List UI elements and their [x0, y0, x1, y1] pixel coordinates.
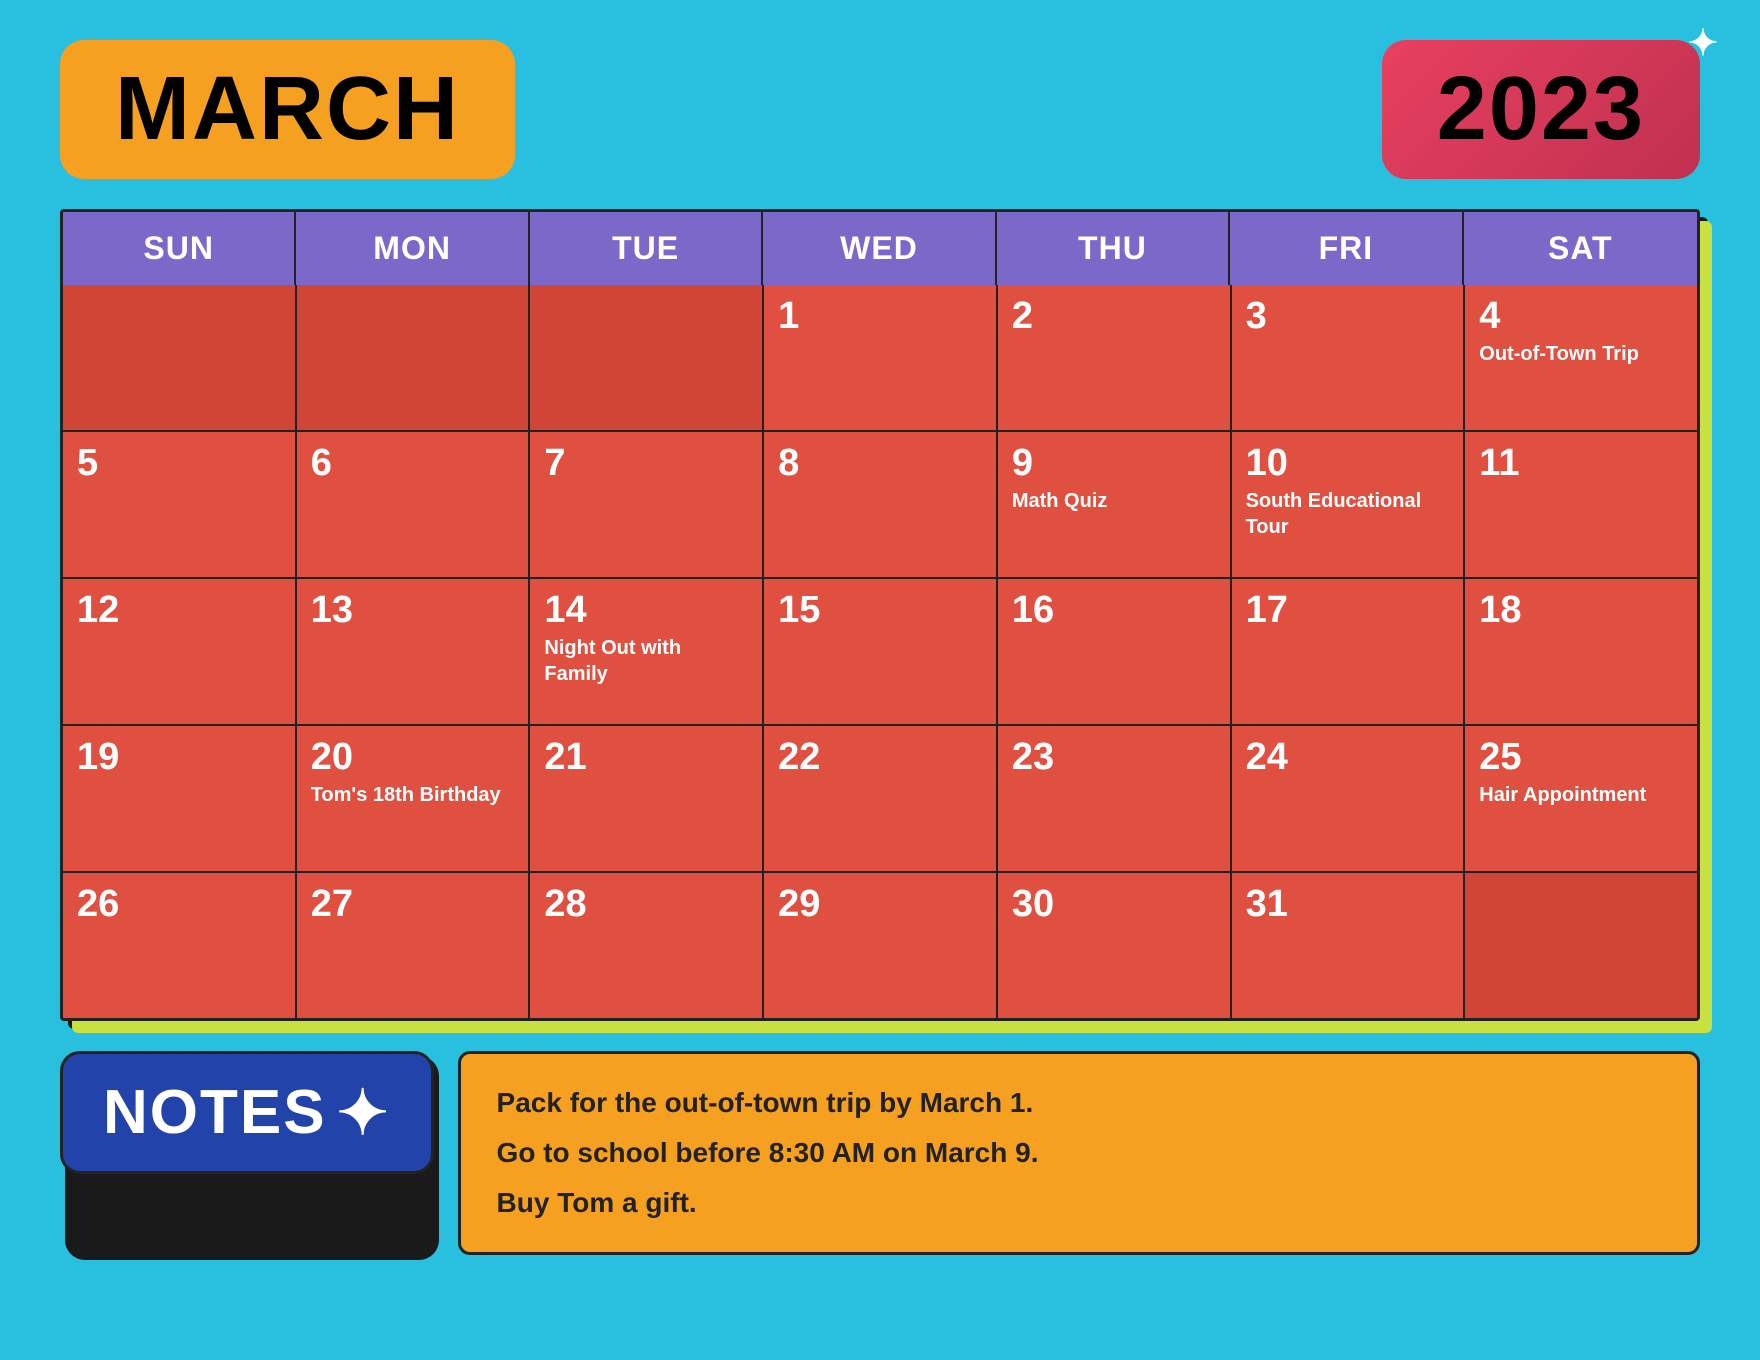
day-cell-empty-3: [530, 285, 762, 430]
day-header-thu: THU: [997, 212, 1230, 285]
notes-section: NOTES ✦ Pack for the out-of-town trip by…: [60, 1051, 1700, 1255]
day-cell-21: 21: [530, 726, 762, 871]
day-cell-16: 16: [998, 579, 1230, 724]
weekday-header-row: SUN MON TUE WED THU FRI SAT: [63, 212, 1697, 285]
day-cell-12: 12: [63, 579, 295, 724]
month-title: MARCH: [115, 59, 460, 159]
day-cell-26: 26: [63, 873, 295, 1018]
year-badge: 2023: [1382, 40, 1700, 179]
day-cell-15: 15: [764, 579, 996, 724]
day-cell-4: 4 Out-of-Town Trip: [1465, 285, 1697, 430]
day-cell-8: 8: [764, 432, 996, 577]
notes-sparkle-icon: ✦: [337, 1076, 391, 1149]
day-cell-19: 19: [63, 726, 295, 871]
day-cell-11: 11: [1465, 432, 1697, 577]
calendar: SUN MON TUE WED THU FRI SAT 1 2: [60, 209, 1700, 1021]
note-item-1: Pack for the out-of-town trip by March 1…: [497, 1082, 1661, 1124]
sparkle-icon: ✦: [1688, 22, 1718, 64]
day-cell-2: 2: [998, 285, 1230, 430]
day-cell-18: 18: [1465, 579, 1697, 724]
notes-badge-wrapper: NOTES ✦: [60, 1051, 434, 1255]
day-cell-empty-last: [1465, 873, 1697, 1018]
notes-badge: NOTES ✦: [60, 1051, 434, 1174]
day-cell-6: 6: [297, 432, 529, 577]
day-cell-25: 25 Hair Appointment: [1465, 726, 1697, 871]
day-header-tue: TUE: [530, 212, 763, 285]
day-header-fri: FRI: [1230, 212, 1463, 285]
notes-content: Pack for the out-of-town trip by March 1…: [458, 1051, 1700, 1255]
day-header-wed: WED: [763, 212, 996, 285]
calendar-header: MARCH 2023 ✦: [60, 40, 1700, 179]
day-cell-27: 27: [297, 873, 529, 1018]
year-title: 2023: [1437, 59, 1645, 159]
day-cell-14: 14 Night Out with Family: [530, 579, 762, 724]
day-cell-23: 23: [998, 726, 1230, 871]
day-header-sun: SUN: [63, 212, 296, 285]
day-cell-empty-2: [297, 285, 529, 430]
day-header-sat: SAT: [1464, 212, 1697, 285]
day-cell-24: 24: [1232, 726, 1464, 871]
calendar-wrapper: SUN MON TUE WED THU FRI SAT 1 2: [60, 209, 1700, 1021]
day-cell-20: 20 Tom's 18th Birthday: [297, 726, 529, 871]
page-wrapper: MARCH 2023 ✦ SUN MON TUE WED THU FRI SAT: [0, 0, 1760, 1360]
day-cell-10: 10 South Educational Tour: [1232, 432, 1464, 577]
day-header-mon: MON: [296, 212, 529, 285]
year-badge-wrapper: 2023 ✦: [1382, 40, 1700, 179]
day-cell-13: 13: [297, 579, 529, 724]
day-cell-7: 7: [530, 432, 762, 577]
day-cell-5: 5: [63, 432, 295, 577]
day-cell-22: 22: [764, 726, 996, 871]
day-cell-31: 31: [1232, 873, 1464, 1018]
calendar-grid: 1 2 3 4 Out-of-Town Trip 5 6: [63, 285, 1697, 1018]
day-cell-1: 1: [764, 285, 996, 430]
day-cell-empty-1: [63, 285, 295, 430]
day-cell-30: 30: [998, 873, 1230, 1018]
note-item-2: Go to school before 8:30 AM on March 9.: [497, 1132, 1661, 1174]
month-badge: MARCH: [60, 40, 515, 179]
day-cell-29: 29: [764, 873, 996, 1018]
notes-label: NOTES: [103, 1077, 327, 1148]
note-item-3: Buy Tom a gift.: [497, 1182, 1661, 1224]
day-cell-28: 28: [530, 873, 762, 1018]
day-cell-17: 17: [1232, 579, 1464, 724]
day-cell-9: 9 Math Quiz: [998, 432, 1230, 577]
day-cell-3: 3: [1232, 285, 1464, 430]
